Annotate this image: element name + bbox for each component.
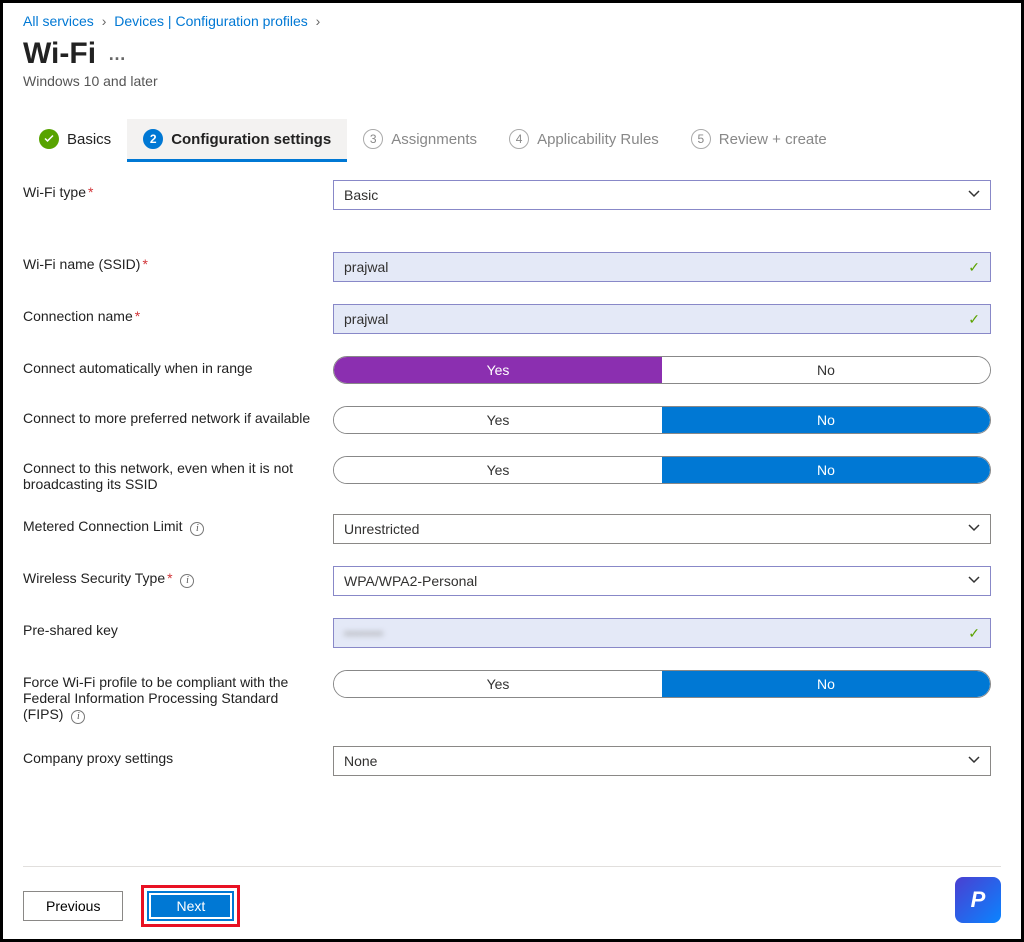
proxy-select[interactable]: None <box>333 746 991 776</box>
tab-review-create[interactable]: 5 Review + create <box>675 119 843 162</box>
form-area: Wi-Fi type* Basic Wi-Fi name (SSID)* pra… <box>23 180 1001 776</box>
security-type-value: WPA/WPA2-Personal <box>344 573 477 589</box>
chevron-down-icon <box>968 573 980 589</box>
brand-logo: P <box>955 877 1001 923</box>
chevron-right-icon: › <box>316 13 321 29</box>
label-connection-name: Connection name* <box>23 304 333 324</box>
connection-name-input[interactable]: prajwal ✓ <box>333 304 991 334</box>
highlight-annotation: Next <box>141 885 240 927</box>
toggle-yes[interactable]: Yes <box>334 357 662 383</box>
proxy-value: None <box>344 753 377 769</box>
tab-basics[interactable]: Basics <box>23 119 127 162</box>
breadcrumb: All services › Devices | Configuration p… <box>23 13 1001 29</box>
step-number-icon: 4 <box>509 129 529 149</box>
brand-logo-text: P <box>971 887 986 913</box>
wifi-type-value: Basic <box>344 187 378 203</box>
tab-label: Basics <box>67 131 111 148</box>
step-number-icon: 2 <box>143 129 163 149</box>
label-fips: Force Wi-Fi profile to be compliant with… <box>23 670 333 724</box>
page-title-text: Wi-Fi <box>23 37 96 71</box>
toggle-yes[interactable]: Yes <box>334 457 662 483</box>
toggle-no[interactable]: No <box>662 457 990 483</box>
checkmark-icon: ✓ <box>968 625 980 642</box>
tab-label: Assignments <box>391 131 477 148</box>
page-subtitle: Windows 10 and later <box>23 73 1001 89</box>
tab-label: Review + create <box>719 131 827 148</box>
toggle-yes[interactable]: Yes <box>334 407 662 433</box>
checkmark-icon: ✓ <box>968 311 980 328</box>
chevron-right-icon: › <box>102 13 107 29</box>
chevron-down-icon <box>968 521 980 537</box>
next-button[interactable]: Next <box>147 891 234 921</box>
wifi-type-select[interactable]: Basic <box>333 180 991 210</box>
footer-actions: Previous Next <box>23 866 1001 927</box>
label-auto-connect: Connect automatically when in range <box>23 356 333 376</box>
chevron-down-icon <box>968 187 980 203</box>
toggle-no[interactable]: No <box>662 671 990 697</box>
info-icon[interactable]: i <box>190 522 204 536</box>
wizard-tabs: Basics 2 Configuration settings 3 Assign… <box>23 119 1001 162</box>
step-number-icon: 3 <box>363 129 383 149</box>
tab-label: Configuration settings <box>171 131 331 148</box>
label-metered: Metered Connection Limit i <box>23 514 333 536</box>
toggle-yes[interactable]: Yes <box>334 671 662 697</box>
auto-connect-toggle[interactable]: Yes No <box>333 356 991 384</box>
preferred-network-toggle[interactable]: Yes No <box>333 406 991 434</box>
fips-toggle[interactable]: Yes No <box>333 670 991 698</box>
label-ssid: Wi-Fi name (SSID)* <box>23 252 333 272</box>
label-hidden-ssid: Connect to this network, even when it is… <box>23 456 333 492</box>
tab-applicability-rules[interactable]: 4 Applicability Rules <box>493 119 675 162</box>
label-preferred-network: Connect to more preferred network if ava… <box>23 406 333 426</box>
breadcrumb-all-services[interactable]: All services <box>23 13 94 29</box>
checkmark-icon <box>39 129 59 149</box>
metered-value: Unrestricted <box>344 521 419 537</box>
tab-label: Applicability Rules <box>537 131 659 148</box>
ssid-input[interactable]: prajwal ✓ <box>333 252 991 282</box>
step-number-icon: 5 <box>691 129 711 149</box>
psk-value: •••••••• <box>344 625 383 641</box>
label-wifi-type: Wi-Fi type* <box>23 180 333 200</box>
security-type-select[interactable]: WPA/WPA2-Personal <box>333 566 991 596</box>
psk-input[interactable]: •••••••• ✓ <box>333 618 991 648</box>
toggle-no[interactable]: No <box>662 407 990 433</box>
previous-button[interactable]: Previous <box>23 891 123 921</box>
label-psk: Pre-shared key <box>23 618 333 638</box>
tab-assignments[interactable]: 3 Assignments <box>347 119 493 162</box>
toggle-no[interactable]: No <box>662 357 990 383</box>
page-title: Wi-Fi … <box>23 37 1001 71</box>
chevron-down-icon <box>968 753 980 769</box>
ssid-value: prajwal <box>344 259 388 275</box>
hidden-ssid-toggle[interactable]: Yes No <box>333 456 991 484</box>
info-icon[interactable]: i <box>71 710 85 724</box>
connection-name-value: prajwal <box>344 311 388 327</box>
label-proxy: Company proxy settings <box>23 746 333 766</box>
metered-select[interactable]: Unrestricted <box>333 514 991 544</box>
label-security-type: Wireless Security Type* i <box>23 566 333 588</box>
breadcrumb-devices[interactable]: Devices | Configuration profiles <box>114 13 308 29</box>
checkmark-icon: ✓ <box>968 259 980 276</box>
tab-configuration-settings[interactable]: 2 Configuration settings <box>127 119 347 162</box>
info-icon[interactable]: i <box>180 574 194 588</box>
more-actions-icon[interactable]: … <box>108 44 128 65</box>
